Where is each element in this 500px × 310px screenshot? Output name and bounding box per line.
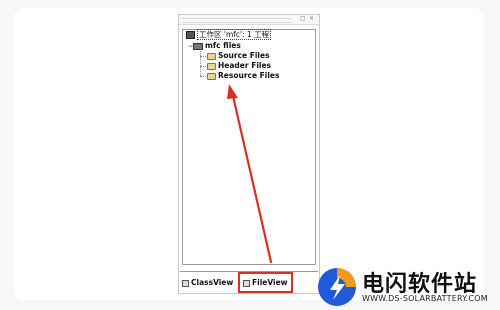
watermark-logo: 电闪软件站 WWW.DS-SOLARBATTERY.COM [316, 262, 496, 308]
arrow-head [227, 84, 238, 99]
lightning-logo-icon [318, 268, 356, 306]
arrow-shaft [231, 94, 273, 264]
watermark-url: WWW.DS-SOLARBATTERY.COM [362, 294, 488, 303]
